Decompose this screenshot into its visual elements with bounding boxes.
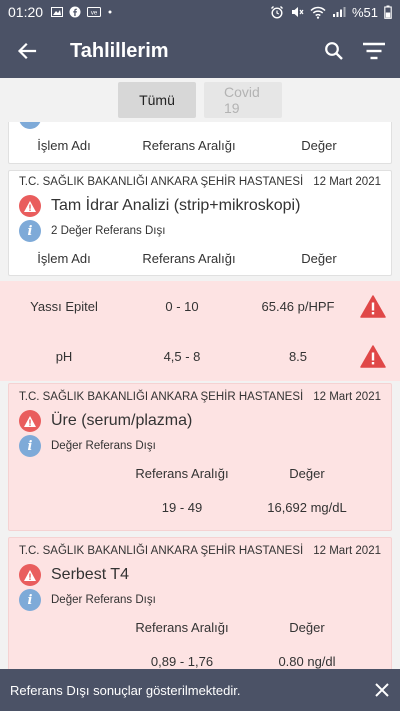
wifi-icon (310, 6, 326, 19)
warning-triangle-icon (360, 344, 386, 368)
column-header: İşlem Adı Referans Aralığı Değer (9, 130, 393, 160)
info-icon: i (19, 435, 41, 457)
close-icon (375, 683, 389, 697)
test-name: Serbest T4 (51, 566, 129, 583)
column-header: Referans Aralığı Değer (119, 458, 391, 488)
battery-icon (384, 5, 392, 19)
status-bar: 01:20 ve %51 (0, 0, 400, 24)
out-of-range-results: Yassı Epitel 0 - 10 65.46 p/HPF pH 4,5 -… (0, 281, 400, 381)
signal-icon (332, 7, 346, 17)
mute-icon (291, 7, 304, 17)
warning-icon (19, 564, 41, 586)
result-date: 12 Mart 2021 (313, 391, 381, 403)
result-value: 8.5 (288, 348, 308, 364)
image-icon (51, 7, 64, 17)
column-range: Referans Aralığı (135, 619, 229, 635)
column-value: Değer (289, 465, 325, 481)
values-row: 19 - 49 16,692 mg/dL (119, 492, 391, 522)
test-row: Tam İdrar Analizi (strip+mikroskopi) (9, 193, 391, 219)
column-name: İşlem Adı (37, 250, 91, 266)
out-of-range-info: 2 Değer Referans Dışı (51, 225, 166, 237)
values-row: 0,89 - 1,76 0.80 ng/dl (119, 646, 391, 669)
result-value: 16,692 mg/dL (267, 499, 347, 515)
result-value: 0.80 ng/dl (278, 653, 336, 669)
info-row: i Değer Referans Dışı (9, 434, 391, 458)
test-row: Serbest T4 (9, 562, 391, 588)
result-card-urea[interactable]: T.C. SAĞLIK BAKANLIĞI ANKARA ŞEHİR HASTA… (8, 383, 392, 531)
filter-tabs: Tümü Covid 19 (0, 78, 400, 122)
hospital-name: T.C. SAĞLIK BAKANLIĞI ANKARA ŞEHİR HASTA… (19, 545, 304, 557)
notification-icons: ve (51, 6, 113, 18)
column-header: Referans Aralığı Değer (119, 612, 391, 642)
card-header: T.C. SAĞLIK BAKANLIĞI ANKARA ŞEHİR HASTA… (9, 386, 391, 408)
result-date: 12 Mart 2021 (313, 176, 381, 188)
card-header: T.C. SAĞLIK BAKANLIĞI ANKARA ŞEHİR HASTA… (9, 171, 391, 193)
info-icon: i (19, 122, 41, 129)
search-button[interactable] (324, 41, 344, 61)
tab-covid19[interactable]: Covid 19 (204, 82, 282, 118)
filter-icon (363, 42, 385, 60)
arrow-left-icon (17, 42, 37, 60)
dot-icon (108, 10, 112, 14)
result-card-free-t4[interactable]: T.C. SAĞLIK BAKANLIĞI ANKARA ŞEHİR HASTA… (8, 537, 392, 669)
result-card-urinalysis[interactable]: T.C. SAĞLIK BAKANLIĞI ANKARA ŞEHİR HASTA… (8, 170, 392, 276)
svg-text:ve: ve (91, 11, 98, 17)
results-list[interactable]: i İşlem Adı Referans Aralığı Değer T.C. … (0, 122, 400, 669)
hospital-name: T.C. SAĞLIK BAKANLIĞI ANKARA ŞEHİR HASTA… (19, 176, 304, 188)
status-time: 01:20 (8, 4, 44, 20)
test-name: Tam İdrar Analizi (strip+mikroskopi) (51, 197, 301, 214)
result-row: Yassı Epitel 0 - 10 65.46 p/HPF (0, 281, 400, 331)
info-icon: i (19, 589, 41, 611)
column-range: Referans Aralığı (142, 137, 236, 153)
info-icon: i (19, 220, 41, 242)
facebook-icon (69, 6, 81, 18)
system-icons: %51 (270, 5, 392, 20)
card-header: T.C. SAĞLIK BAKANLIĞI ANKARA ŞEHİR HASTA… (9, 540, 391, 562)
column-value: Değer (301, 250, 337, 266)
info-row: i Değer Referans Dışı (9, 588, 391, 612)
column-name: İşlem Adı (37, 137, 91, 153)
column-header: İşlem Adı Referans Aralığı Değer (9, 243, 391, 273)
test-row: Üre (serum/plazma) (9, 408, 391, 434)
column-value: Değer (301, 137, 337, 153)
tab-all[interactable]: Tümü (118, 82, 196, 118)
badge-icon: ve (87, 7, 102, 17)
back-button[interactable] (0, 41, 54, 61)
result-name: Yassı Epitel (30, 298, 98, 314)
app-bar: Tahlillerim (0, 24, 400, 78)
column-range: Referans Aralığı (135, 465, 229, 481)
warning-icon (19, 195, 41, 217)
out-of-range-info: Değer Referans Dışı (51, 594, 156, 606)
out-of-range-info: Değer Referans Dışı (51, 440, 156, 452)
result-card-partial[interactable]: i İşlem Adı Referans Aralığı Değer (8, 122, 392, 164)
hospital-name: T.C. SAĞLIK BAKANLIĞI ANKARA ŞEHİR HASTA… (19, 391, 304, 403)
result-row: pH 4,5 - 8 8.5 (0, 331, 400, 381)
result-range: 19 - 49 (161, 499, 203, 515)
warning-triangle-icon (360, 294, 386, 318)
result-range: 0,89 - 1,76 (150, 653, 214, 669)
snackbar: Referans Dışı sonuçlar gösterilmektedir. (0, 669, 400, 711)
result-date: 12 Mart 2021 (313, 545, 381, 557)
page-title: Tahlillerim (70, 39, 169, 62)
result-name: pH (55, 348, 73, 364)
snackbar-message: Referans Dışı sonuçlar gösterilmektedir. (10, 682, 241, 698)
snackbar-close-button[interactable] (374, 682, 390, 698)
alarm-icon (270, 6, 283, 19)
warning-icon (19, 410, 41, 432)
column-range: Referans Aralığı (142, 250, 236, 266)
column-value: Değer (289, 619, 325, 635)
battery-percent: %51 (351, 4, 378, 20)
test-name: Üre (serum/plazma) (51, 412, 193, 429)
result-value: 65.46 p/HPF (261, 298, 335, 314)
result-range: 4,5 - 8 (163, 348, 201, 364)
result-range: 0 - 10 (165, 298, 199, 314)
filter-button[interactable] (362, 42, 386, 60)
info-row: i 2 Değer Referans Dışı (9, 219, 391, 243)
search-icon (325, 42, 343, 60)
